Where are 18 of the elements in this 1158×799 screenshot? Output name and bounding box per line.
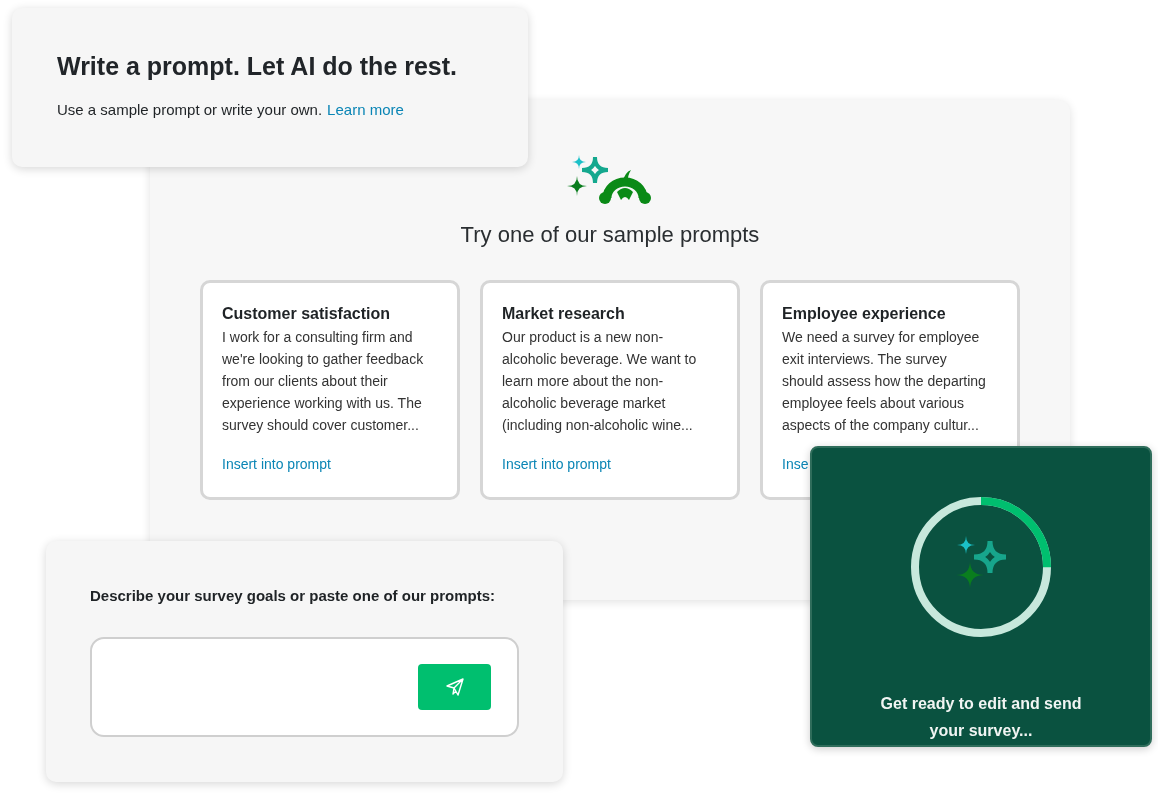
panel-heading: Try one of our sample prompts — [460, 222, 760, 248]
prompt-label: Describe your survey goals or paste one of our prompts: — [90, 587, 497, 604]
card-text: I work for a consulting firm and we're looking to gather feedback from our clients about their experience working with us. The survey should cover customer... — [222, 328, 425, 435]
card-title: Employee experience — [782, 305, 947, 323]
insert-link[interactable]: Insert into prompt — [502, 456, 611, 472]
intro-title: Write a prompt. Let AI do the rest. — [57, 52, 459, 81]
card-text: Our product is a new non- alcoholic beverage. We want to learn more about the non- alcoholic beverage market (including non-alcoholic wine... — [502, 328, 698, 435]
progress-text: Get ready to edit and send your survey... — [880, 694, 1082, 741]
intro-text: Use a sample prompt or write your own. — [57, 101, 323, 118]
insert-link[interactable]: Insert into prompt — [222, 456, 331, 472]
send-icon — [444, 677, 465, 697]
card-title: Market research — [502, 305, 626, 323]
card-text: We need a survey for employee exit interviews. The survey should assess how the departing employee feels about various aspects of the company cultur... — [782, 328, 987, 435]
prompt-field[interactable] — [90, 637, 519, 737]
send-button[interactable] — [418, 664, 491, 710]
learn-more-link[interactable]: Learn more — [327, 101, 404, 118]
insert-link[interactable]: Inse — [782, 456, 809, 472]
card-title: Customer satisfaction — [222, 305, 392, 323]
